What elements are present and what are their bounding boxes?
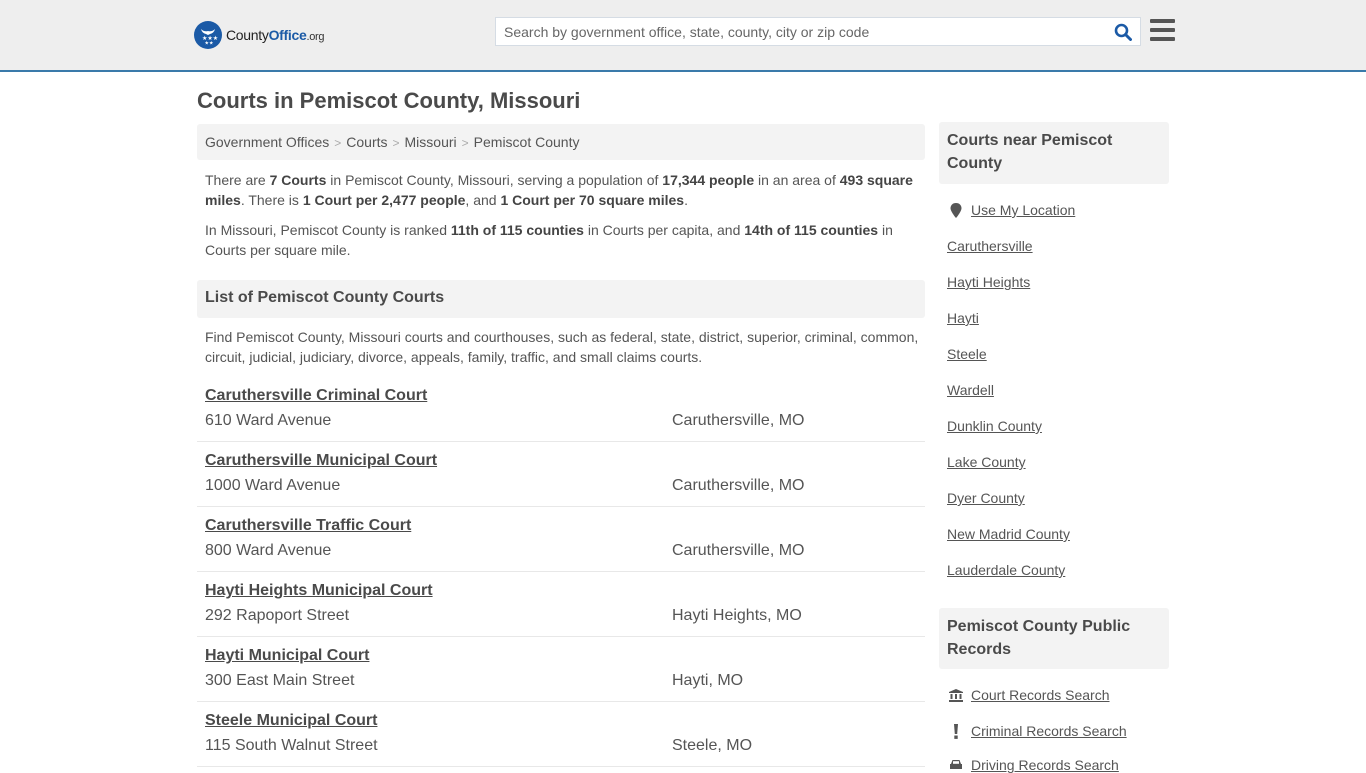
- court-address: 610 Ward Avenue: [205, 412, 332, 429]
- court-name-link[interactable]: Caruthersville Traffic Court: [205, 517, 411, 535]
- court-list-description: Find Pemiscot County, Missouri courts an…: [205, 329, 919, 365]
- site-logo[interactable]: ★★★ ★★ CountyOffice.org: [194, 21, 325, 49]
- court-name-link[interactable]: Caruthersville Criminal Court: [205, 387, 427, 405]
- search-input[interactable]: [496, 18, 1106, 45]
- nearby-link-hayti[interactable]: Hayti: [947, 310, 979, 326]
- public-records-heading: Pemiscot County Public Records: [939, 608, 1169, 669]
- breadcrumb-separator: >: [392, 136, 400, 150]
- court-city: Hayti, MO: [672, 672, 744, 689]
- intro-ranking-paragraph: In Missouri, Pemiscot County is ranked 1…: [205, 222, 893, 258]
- breadcrumb-missouri[interactable]: Missouri: [405, 134, 457, 150]
- breadcrumb-separator: >: [461, 136, 469, 150]
- nearby-link-wardell[interactable]: Wardell: [947, 382, 994, 398]
- nearby-link-dunklin-county[interactable]: Dunklin County: [947, 418, 1042, 434]
- court-city: Caruthersville, MO: [672, 542, 805, 559]
- criminal-records-search-link[interactable]: Criminal Records Search: [971, 723, 1127, 739]
- search-button[interactable]: [1112, 21, 1134, 43]
- breadcrumb-government-offices[interactable]: Government Offices: [205, 134, 329, 150]
- nearby-link-dyer-county[interactable]: Dyer County: [947, 490, 1025, 506]
- court-list-heading: List of Pemiscot County Courts: [197, 280, 925, 318]
- court-list-item: Caruthersville Criminal Court 610 Ward A…: [197, 377, 925, 442]
- court-city: Hayti Heights, MO: [672, 607, 802, 624]
- court-records-search-link[interactable]: Court Records Search: [971, 687, 1110, 703]
- court-list-item: Caruthersville Municipal Court 1000 Ward…: [197, 442, 925, 507]
- svg-text:★★: ★★: [205, 41, 214, 46]
- court-city: Caruthersville, MO: [672, 412, 805, 429]
- court-city: Steele, MO: [672, 737, 753, 754]
- hamburger-menu-icon[interactable]: [1150, 19, 1175, 42]
- breadcrumb-separator: >: [334, 136, 342, 150]
- breadcrumb: Government Offices > Courts > Missouri > Pemis…: [197, 124, 925, 160]
- use-my-location-link[interactable]: Use My Location: [971, 202, 1075, 218]
- court-address: 300 East Main Street: [205, 672, 355, 689]
- nearby-link-caruthersville[interactable]: Caruthersville: [947, 238, 1033, 254]
- court-name-link[interactable]: Hayti Municipal Court: [205, 647, 369, 665]
- court-list-item: Caruthersville Traffic Court 800 Ward Av…: [197, 507, 925, 572]
- exclamation-icon: [949, 723, 963, 739]
- eagle-stars-badge-icon: ★★★ ★★: [194, 21, 222, 49]
- logo-text: CountyOffice.org: [226, 27, 325, 43]
- court-list-item: Steele Municipal Court 115 South Walnut …: [197, 702, 925, 767]
- court-address: 1000 Ward Avenue: [205, 477, 341, 494]
- court-name-link[interactable]: Caruthersville Municipal Court: [205, 452, 437, 470]
- intro-text: There are 7 Courts in Pemiscot County, M…: [205, 170, 920, 270]
- intro-stats-paragraph: There are 7 Courts in Pemiscot County, M…: [205, 172, 913, 208]
- court-list-item: Hayti Heights Municipal Court 292 Rapopo…: [197, 572, 925, 637]
- nearby-link-lake-county[interactable]: Lake County: [947, 454, 1026, 470]
- court-name-link[interactable]: Hayti Heights Municipal Court: [205, 582, 433, 600]
- court-address: 800 Ward Avenue: [205, 542, 332, 559]
- page-title: Courts in Pemiscot County, Missouri: [197, 88, 581, 113]
- breadcrumb-courts[interactable]: Courts: [346, 134, 387, 150]
- breadcrumb-current: Pemiscot County: [473, 134, 580, 150]
- court-list-item: Hayti Municipal Court 300 East Main Stre…: [197, 637, 925, 702]
- nearby-link-hayti-heights[interactable]: Hayti Heights: [947, 274, 1030, 290]
- map-marker-icon: [949, 202, 963, 218]
- court-address: 115 South Walnut Street: [205, 737, 378, 754]
- search-icon: [1114, 23, 1132, 41]
- driving-records-search-link[interactable]: Driving Records Search: [971, 757, 1119, 773]
- car-icon: [949, 757, 963, 773]
- court-list: Caruthersville Criminal Court 610 Ward A…: [197, 377, 925, 767]
- nearby-link-new-madrid-county[interactable]: New Madrid County: [947, 526, 1070, 542]
- search-bar: [495, 17, 1141, 46]
- site-header: ★★★ ★★ CountyOffice.org: [0, 0, 1366, 72]
- court-city: Caruthersville, MO: [672, 477, 805, 494]
- nearby-courts-heading: Courts near Pemiscot County: [939, 122, 1169, 184]
- courthouse-icon: [949, 687, 963, 703]
- nearby-link-steele[interactable]: Steele: [947, 346, 987, 362]
- nearby-link-lauderdale-county[interactable]: Lauderdale County: [947, 562, 1065, 578]
- court-name-link[interactable]: Steele Municipal Court: [205, 712, 377, 730]
- court-address: 292 Rapoport Street: [205, 607, 350, 624]
